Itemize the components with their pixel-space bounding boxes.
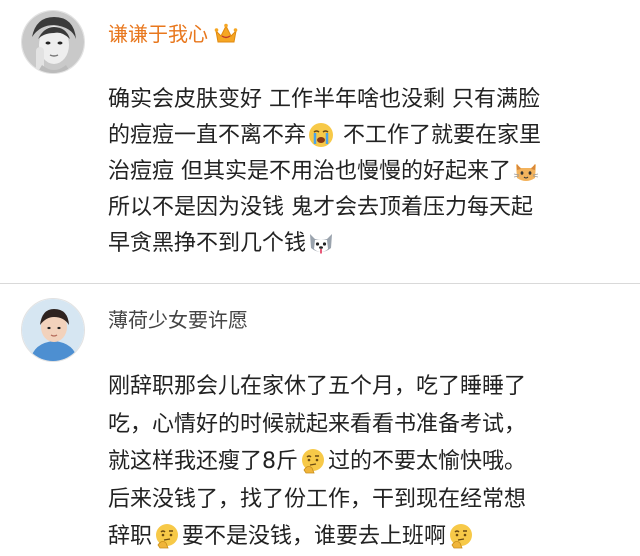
comment-line: 早贪黑挣不到几个钱: [108, 226, 628, 262]
text-segment: 就这样我还瘦了8斤: [108, 449, 298, 474]
crying-face-emoji: [309, 123, 334, 147]
username-text: 薄荷少女要许愿: [108, 308, 248, 332]
text-segment: 后来没钱了，找了份工作，干到现在经常想: [108, 486, 527, 512]
crown-badge-icon: [214, 22, 238, 49]
avatar[interactable]: [21, 298, 85, 362]
text-segment: 要不是没钱，谁要去上班啊: [182, 524, 447, 549]
text-segment: 所以不是因为没钱 鬼才会去顶着压力每天起: [108, 195, 533, 220]
text-segment: 辞职: [108, 524, 153, 549]
comment-line: 所以不是因为没钱 鬼才会去顶着压力每天起: [108, 190, 628, 226]
text-segment: 早贪黑挣不到几个钱: [108, 231, 307, 256]
comment-item: 薄荷少女要许愿 刚辞职那会儿在家休了五个月，吃了睡睡了 吃，心情好的时候就起来看…: [0, 284, 640, 549]
thinking-face-emoji: [156, 524, 179, 549]
text-segment: 确实会皮肤变好 工作半年啥也没剩 只有满脸: [108, 87, 540, 112]
username[interactable]: 谦谦于我心: [108, 18, 238, 49]
comment-line: 治痘痘 但其实是不用治也慢慢的好起来了: [108, 154, 628, 190]
comment-line: 刚辞职那会儿在家休了五个月，吃了睡睡了: [108, 368, 628, 406]
comment-text: 确实会皮肤变好 工作半年啥也没剩 只有满脸 的痘痘一直不离不弃 不工作了就要在家…: [108, 82, 628, 262]
thinking-face-emoji: [450, 524, 473, 549]
text-segment: 不工作了就要在家里: [336, 123, 542, 148]
text-segment: 的痘痘一直不离不弃: [108, 123, 307, 148]
comment-line: 后来没钱了，找了份工作，干到现在经常想: [108, 481, 628, 519]
comment-line: 就这样我还瘦了8斤 过的不要太愉快哦。: [108, 443, 628, 481]
avatar[interactable]: [21, 10, 85, 74]
cat-face-emoji: [513, 164, 539, 181]
comment-line: 辞职 要不是没钱，谁要去上班啊: [108, 518, 628, 556]
text-segment: 治痘痘 但其实是不用治也慢慢的好起来了: [108, 159, 511, 184]
comment-text: 刚辞职那会儿在家休了五个月，吃了睡睡了 吃，心情好的时候就起来看看书准备考试， …: [108, 368, 628, 556]
comment-line: 确实会皮肤变好 工作半年啥也没剩 只有满脸: [108, 82, 628, 118]
thinking-face-emoji: [302, 449, 324, 474]
husky-face-emoji: [310, 234, 333, 254]
text-segment: 吃，心情好的时候就起来看看书准备考试，: [108, 411, 527, 437]
comment-item: 谦谦于我心 确实会皮肤变好 工作半年啥也没剩 只有满脸 的痘痘一直不离不弃 不工…: [0, 0, 640, 283]
username[interactable]: 薄荷少女要许愿: [108, 304, 248, 333]
text-segment: 刚辞职那会儿在家休了五个月，吃了睡睡了: [108, 374, 527, 399]
comment-line: 吃，心情好的时候就起来看看书准备考试，: [108, 406, 628, 444]
username-text: 谦谦于我心: [108, 22, 208, 46]
text-segment: 过的不要太愉快哦。: [328, 449, 527, 474]
comment-line: 的痘痘一直不离不弃 不工作了就要在家里: [108, 118, 628, 154]
